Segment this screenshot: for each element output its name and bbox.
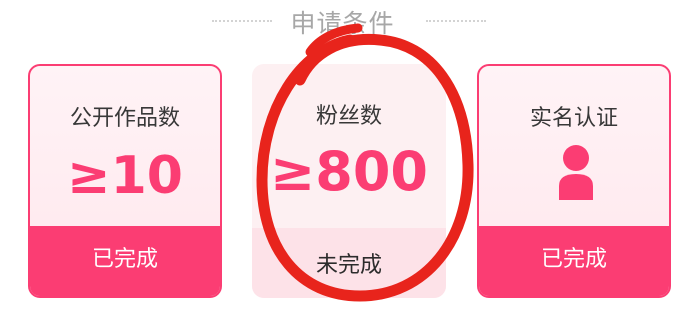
header-divider-right [426, 20, 486, 22]
user-icon [559, 145, 593, 200]
card-requirement-value: ≥800 [270, 140, 428, 203]
status-badge: 已完成 [479, 226, 669, 296]
card-label: 公开作品数 [69, 106, 180, 131]
card-public-works: 公开作品数 ≥10 已完成 [28, 64, 222, 298]
card-requirement-value: ≥10 [67, 146, 183, 206]
card-label: 粉丝数 [315, 104, 382, 129]
status-badge: 未完成 [252, 228, 446, 298]
card-real-name-verification: 实名认证 已完成 [477, 64, 671, 298]
card-label: 实名认证 [529, 106, 618, 131]
status-badge: 已完成 [30, 226, 220, 296]
requirements-header: 申请条件 [0, 0, 685, 46]
card-followers: 粉丝数 ≥800 未完成 [252, 64, 446, 298]
requirements-title: 申请条件 [290, 9, 395, 38]
